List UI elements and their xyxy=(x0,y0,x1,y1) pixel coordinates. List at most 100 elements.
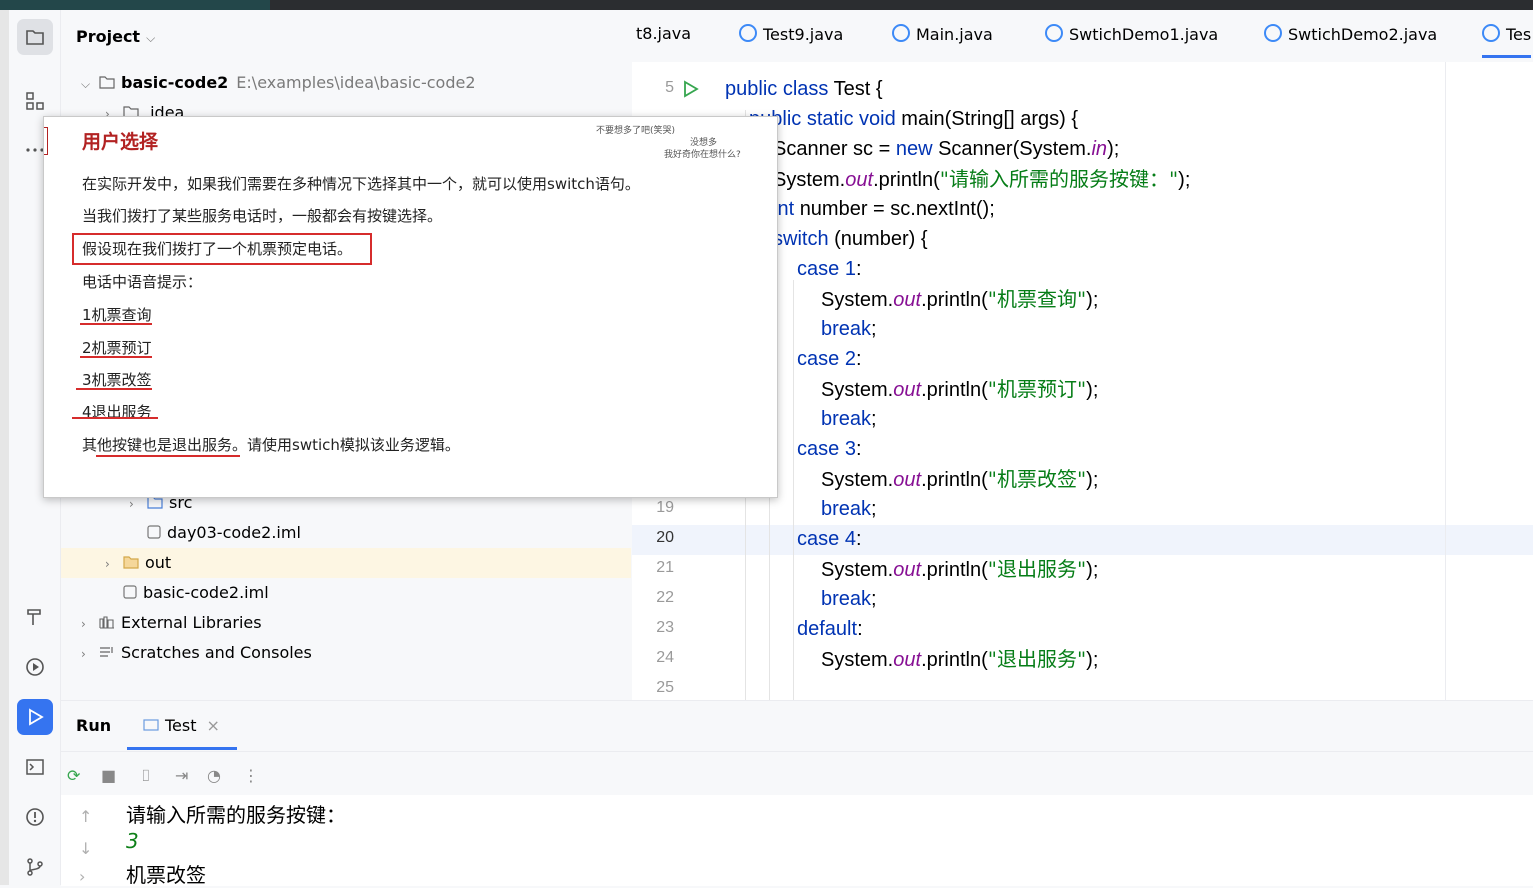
current-line-highlight xyxy=(632,525,1533,555)
code-line: Scanner sc = new Scanner(System.in); xyxy=(773,138,1120,160)
code-line: break; xyxy=(821,318,877,340)
exercise-popup: 用户选择 在实际开发中，如果我们需要在多种情况下选择其中一个，就可以使用swit… xyxy=(43,116,778,498)
code-line: System.out.println("机票查询"); xyxy=(821,287,1099,311)
code-line: case 2: xyxy=(797,348,862,370)
line-number: 5 xyxy=(665,79,674,96)
line-number: 22 xyxy=(656,589,674,606)
tab-label: Test9.java xyxy=(763,25,844,44)
module-folder-icon xyxy=(99,69,115,99)
line-number: 23 xyxy=(656,619,674,636)
services-tool-button[interactable] xyxy=(17,649,53,685)
run-gutter-icon[interactable] xyxy=(682,80,700,98)
profiler-icon[interactable]: ◔ xyxy=(207,766,221,785)
tree-row-scratches[interactable]: › Scratches and Consoles xyxy=(81,638,312,668)
tab-test9[interactable]: Test9.java xyxy=(739,24,843,44)
root-path: E:\examples\idea\basic-code2 xyxy=(236,73,476,92)
window-top-bar xyxy=(0,0,1533,10)
line-number: 21 xyxy=(656,559,674,576)
run-tool-button[interactable] xyxy=(17,699,53,735)
more-icon[interactable]: ⋮ xyxy=(243,766,259,785)
structure-tool-button[interactable] xyxy=(17,83,53,119)
tree-item-label: Scratches and Consoles xyxy=(121,643,312,662)
run-tab-label: Test xyxy=(165,716,197,735)
chevron-right-icon: › xyxy=(105,107,110,116)
scratches-icon xyxy=(99,639,115,669)
line-number: 25 xyxy=(656,679,674,696)
run-panel-title: Run xyxy=(76,716,112,735)
project-tool-button[interactable] xyxy=(17,19,53,55)
hammer-icon xyxy=(27,609,41,625)
popup-line: 假设现在我们拨打了一个机票预定电话。 xyxy=(82,240,353,258)
popup-title: 用户选择 xyxy=(82,131,159,153)
tab-test-active[interactable]: Tes xyxy=(1482,24,1532,58)
stop-icon[interactable]: ■ xyxy=(101,766,116,785)
popup-line: 1机票查询 xyxy=(82,306,152,324)
tree-row-root-iml[interactable]: basic-code2.iml xyxy=(123,578,269,608)
tab-label: Tes xyxy=(1506,25,1532,44)
file-icon xyxy=(123,579,137,609)
class-icon xyxy=(1045,24,1063,42)
folder-icon xyxy=(123,549,139,579)
tab-label: Main.java xyxy=(916,25,993,44)
code-line: case 1: xyxy=(797,258,862,280)
tree-row-out[interactable]: › out xyxy=(105,548,171,578)
build-tool-button[interactable] xyxy=(17,599,53,635)
arrow-up-icon[interactable]: ↑ xyxy=(79,807,92,826)
terminal-tool-button[interactable] xyxy=(17,749,53,785)
chevron-right-icon[interactable]: › xyxy=(79,867,85,886)
tree-row-iml[interactable]: day03-code2.iml xyxy=(147,518,301,548)
popup-line: 3机票改签 xyxy=(82,371,152,389)
tree-item-label: day03-code2.iml xyxy=(167,523,301,542)
tree-row-idea[interactable]: › .idea xyxy=(105,98,184,116)
console-input-line: 3 xyxy=(126,829,139,853)
danmaku-comment: 我好奇你在想什么? xyxy=(664,150,741,160)
git-tool-button[interactable] xyxy=(17,849,53,885)
code-line: System.out.println("请输入所需的服务按键："); xyxy=(773,167,1191,191)
code-line: System.out.println("机票改签"); xyxy=(821,467,1099,491)
exit-icon[interactable]: ⇥ xyxy=(175,766,188,785)
code-line: switch (number) { xyxy=(773,228,928,250)
code-line: System.out.println("退出服务"); xyxy=(821,647,1099,671)
chevron-right-icon: › xyxy=(81,617,86,631)
library-icon xyxy=(99,609,115,639)
root-name: basic-code2 xyxy=(121,73,229,92)
class-icon xyxy=(739,24,757,42)
popup-line: 在实际开发中，如果我们需要在多种情况下选择其中一个，就可以使用switch语句。 xyxy=(82,175,640,193)
camera-icon[interactable]: ⌷ xyxy=(141,766,151,786)
line-number: 24 xyxy=(656,649,674,666)
red-underline xyxy=(80,356,152,358)
project-header[interactable]: Project ⌵ xyxy=(76,27,155,46)
red-underline xyxy=(80,323,152,325)
arrow-down-icon[interactable]: ↓ xyxy=(79,839,92,858)
run-tab-test[interactable]: Test × xyxy=(143,716,220,735)
console-output[interactable]: ↑ ↓ › 请输入所需的服务按键： 3 机票改签 xyxy=(61,795,1533,887)
close-icon[interactable]: × xyxy=(207,716,220,735)
tab-swtichdemo1[interactable]: SwtichDemo1.java xyxy=(1045,24,1218,44)
terminal-icon xyxy=(26,759,44,775)
code-line: System.out.println("退出服务"); xyxy=(821,557,1099,581)
rerun-icon[interactable]: ⟳ xyxy=(67,766,80,785)
problems-tool-button[interactable] xyxy=(17,799,53,835)
tab-t8[interactable]: t8.java xyxy=(636,24,691,43)
code-line: public class Test { xyxy=(725,78,883,100)
class-icon xyxy=(1264,24,1282,42)
line-number: 19 xyxy=(656,499,674,516)
popup-line: 电话中语音提示： xyxy=(82,273,203,291)
run-panel: Run Test × ⟳ ■ ⌷ ⇥ ◔ ⋮ ↑ ↓ › 请输入所需的服务按键： … xyxy=(61,700,1533,887)
code-line: break; xyxy=(821,588,877,610)
tab-main[interactable]: Main.java xyxy=(892,24,993,44)
warning-icon xyxy=(26,808,44,826)
tree-item-label: .idea xyxy=(145,103,185,116)
tree-row-external-libraries[interactable]: › External Libraries xyxy=(81,608,262,638)
tab-swtichdemo2[interactable]: SwtichDemo2.java xyxy=(1264,24,1437,44)
popup-line: 其他按键也是退出服务。请使用swtich模拟该业务逻辑。 xyxy=(82,436,460,454)
tree-row-root[interactable]: ⌵ basic-code2 E:\examples\idea\basic-code2 xyxy=(81,68,476,98)
tab-label: t8.java xyxy=(636,24,692,43)
code-line: public static void main(String[] args) { xyxy=(749,108,1079,130)
chevron-down-icon: ⌵ xyxy=(81,77,91,91)
red-underline xyxy=(76,388,152,390)
structure-icon xyxy=(26,92,44,110)
code-line: break; xyxy=(821,408,877,430)
tree-item-label: out xyxy=(145,553,172,572)
danmaku-comment: 不要想多了吧(笑哭) xyxy=(596,126,676,136)
